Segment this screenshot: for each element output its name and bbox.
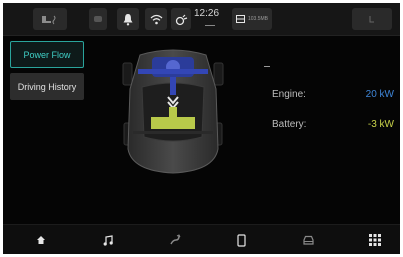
navigation-button[interactable] — [165, 231, 185, 249]
wifi-icon — [150, 14, 162, 24]
divider-mark — [264, 66, 270, 67]
apps-button[interactable] — [365, 231, 385, 249]
clock-divider — [205, 25, 215, 26]
navigation-icon — [170, 234, 181, 245]
status-bar: 12:26 103.5MB — [3, 3, 400, 36]
home-icon — [37, 236, 45, 244]
connected-car-icon — [94, 16, 102, 22]
engine-value: 20 kW — [365, 89, 394, 100]
battery-value: -3 kW — [367, 119, 394, 130]
phone-button[interactable] — [231, 231, 251, 249]
seat-heat-icon — [42, 15, 56, 25]
driving-history-tab[interactable]: Driving History — [10, 73, 84, 100]
climate-button[interactable] — [352, 8, 392, 30]
music-icon — [103, 234, 113, 246]
notification-bell-icon — [123, 13, 133, 25]
bottom-nav-bar — [3, 224, 400, 254]
connected-car-button[interactable] — [89, 8, 107, 30]
battery-label: Battery: — [272, 119, 307, 130]
media-source-label: 103.5MB — [248, 16, 269, 22]
engine-label: Engine: — [272, 89, 306, 100]
infotainment-screen: 12:26 103.5MB Power Flow Driving History — [3, 3, 400, 254]
vehicle-button[interactable] — [298, 231, 318, 249]
car-icon — [302, 235, 314, 245]
apps-icon — [369, 234, 381, 246]
music-button[interactable] — [98, 231, 118, 249]
phone-icon — [236, 233, 246, 247]
power-flow-label: Power Flow — [23, 49, 71, 60]
media-source-button[interactable]: 103.5MB — [232, 8, 272, 30]
battery-block — [151, 117, 195, 129]
notification-button[interactable] — [117, 8, 139, 30]
driving-history-label: Driving History — [17, 81, 77, 92]
seat-heat-button[interactable] — [33, 8, 67, 30]
voice-assistant-icon — [175, 14, 187, 25]
power-flow-car-diagram — [122, 49, 224, 174]
clock: 12:26 — [194, 8, 220, 19]
wifi-button[interactable] — [145, 8, 167, 30]
home-button[interactable] — [31, 231, 51, 249]
voice-assistant-button[interactable] — [171, 8, 191, 30]
media-source-icon — [236, 15, 245, 23]
climate-icon — [369, 16, 374, 23]
power-flow-tab[interactable]: Power Flow — [10, 41, 84, 68]
